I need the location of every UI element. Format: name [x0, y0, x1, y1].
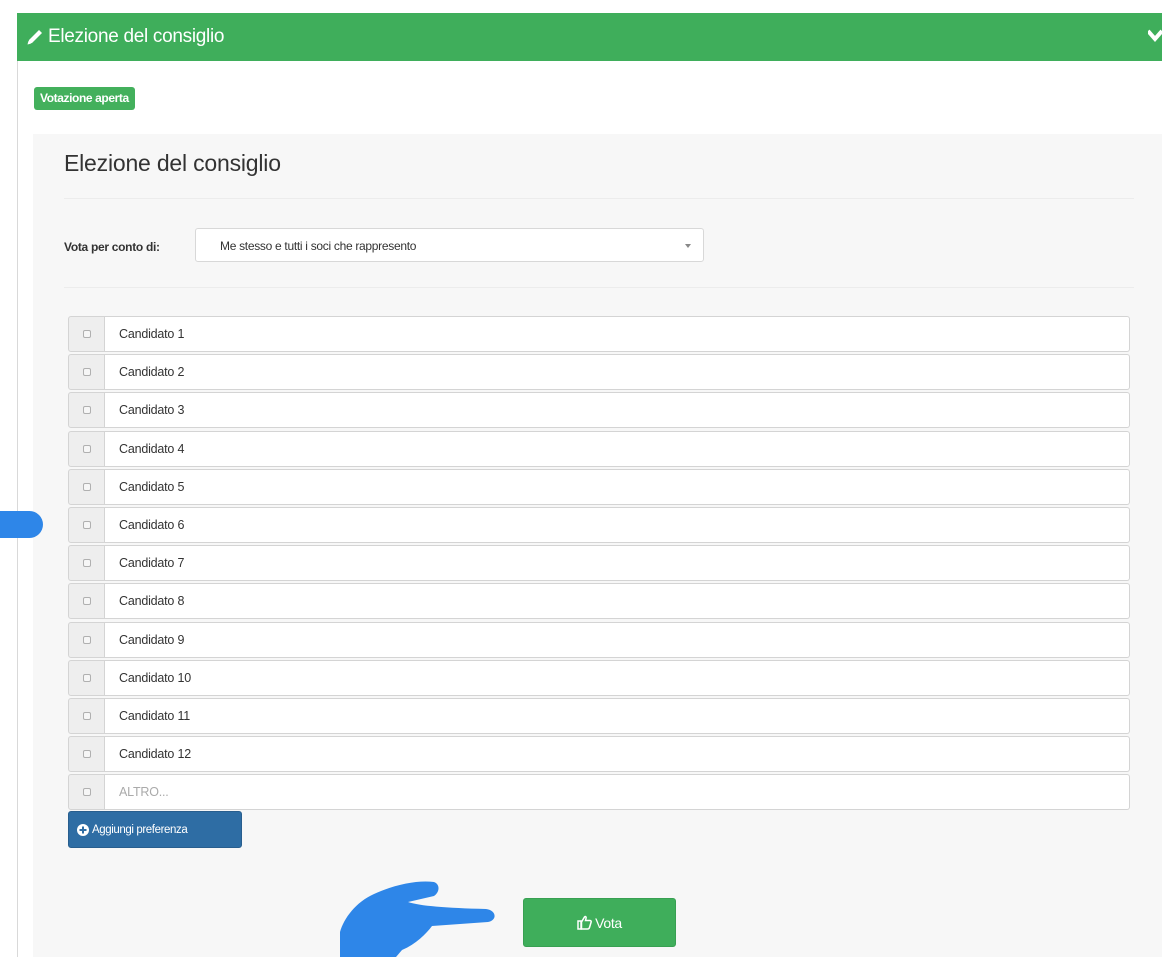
- checkbox-cell[interactable]: [68, 659, 105, 696]
- candidate-label: Candidato 6: [105, 506, 1130, 543]
- checkbox[interactable]: [83, 711, 91, 720]
- pencil-icon: [27, 30, 42, 45]
- candidate-label: Candidato 5: [105, 468, 1130, 505]
- checkbox-cell[interactable]: [68, 774, 105, 811]
- checkbox[interactable]: [83, 559, 91, 568]
- status-badge: Votazione aperta: [34, 87, 135, 110]
- candidate-row[interactable]: Candidato 6: [68, 506, 1130, 545]
- checkbox-cell[interactable]: [68, 354, 105, 391]
- add-preference-button[interactable]: Aggiungi preferenza: [68, 811, 242, 848]
- candidate-row[interactable]: Candidato 2: [68, 354, 1130, 392]
- candidate-row[interactable]: Candidato 10: [68, 659, 1130, 698]
- checkbox[interactable]: [83, 673, 91, 682]
- caret-down-icon: [685, 244, 691, 248]
- pointing-hand-icon: [340, 881, 495, 957]
- candidate-row[interactable]: Candidato 3: [68, 392, 1130, 430]
- candidate-row[interactable]: Candidato 11: [68, 697, 1130, 736]
- candidate-label: Candidato 3: [105, 392, 1130, 429]
- other-candidate-input[interactable]: ALTRO...: [105, 774, 1130, 811]
- panel-title: Elezione del consiglio: [64, 150, 281, 176]
- header-title: Elezione del consiglio: [48, 26, 225, 47]
- checkbox-cell[interactable]: [68, 468, 105, 505]
- vote-on-behalf-label: Vota per conto di:: [64, 240, 160, 254]
- checkbox-cell[interactable]: [68, 736, 105, 773]
- checkbox[interactable]: [83, 444, 91, 453]
- candidate-label: Candidato 10: [105, 659, 1130, 696]
- checkbox[interactable]: [83, 330, 91, 338]
- panel-left-border: [17, 60, 18, 957]
- plus-circle-icon: [77, 823, 89, 836]
- vote-on-behalf-value: Me stesso e tutti i soci che rappresento: [220, 239, 417, 253]
- checkbox-cell[interactable]: [68, 697, 105, 734]
- candidate-label: Candidato 9: [105, 621, 1130, 658]
- checkbox[interactable]: [83, 520, 91, 529]
- checkbox-cell[interactable]: [68, 545, 105, 582]
- candidate-row[interactable]: Candidato 8: [68, 583, 1130, 621]
- candidate-label: Candidato 12: [105, 736, 1130, 773]
- candidate-label: Candidato 8: [105, 583, 1130, 620]
- panel-header[interactable]: Elezione del consiglio: [17, 13, 1162, 61]
- candidate-label: Candidato 2: [105, 354, 1130, 391]
- checkbox[interactable]: [83, 368, 91, 377]
- candidate-row[interactable]: Candidato 12: [68, 736, 1130, 774]
- add-preference-label: Aggiungi preferenza: [92, 823, 188, 836]
- checkbox-cell[interactable]: [68, 583, 105, 620]
- divider: [64, 287, 1134, 288]
- annotation-marker: [0, 511, 43, 538]
- ballot-panel: Elezione del consiglio Vota per conto di…: [33, 134, 1162, 957]
- checkbox[interactable]: [83, 750, 91, 759]
- candidate-label: Candidato 4: [105, 430, 1130, 467]
- vote-label: Vota: [595, 914, 622, 931]
- checkbox[interactable]: [83, 635, 91, 644]
- other-candidate-row[interactable]: ALTRO...: [68, 774, 1130, 812]
- checkbox[interactable]: [83, 482, 91, 491]
- divider: [64, 198, 1134, 199]
- candidate-label: Candidato 11: [105, 697, 1130, 734]
- candidate-row[interactable]: Candidato 4: [68, 430, 1130, 469]
- checkbox[interactable]: [83, 788, 91, 797]
- checkbox-cell[interactable]: [68, 506, 105, 543]
- vote-button[interactable]: Vota: [523, 898, 676, 947]
- checkbox[interactable]: [83, 406, 91, 415]
- candidate-list: Candidato 1 Candidato 2 Candidato 3 Cand…: [68, 316, 1130, 812]
- checkbox-cell[interactable]: [68, 430, 105, 467]
- candidate-row[interactable]: Candidato 5: [68, 468, 1130, 507]
- vote-on-behalf-select[interactable]: Me stesso e tutti i soci che rappresento: [195, 228, 704, 262]
- candidate-row[interactable]: Candidato 1: [68, 316, 1130, 354]
- checkbox[interactable]: [83, 597, 91, 606]
- candidate-row[interactable]: Candidato 9: [68, 621, 1130, 660]
- candidate-row[interactable]: Candidato 7: [68, 545, 1130, 583]
- checkbox-cell[interactable]: [68, 392, 105, 429]
- candidate-label: Candidato 7: [105, 545, 1130, 582]
- checkbox-cell[interactable]: [68, 316, 105, 352]
- checkbox-cell[interactable]: [68, 621, 105, 658]
- candidate-label: Candidato 1: [105, 316, 1130, 352]
- thumbs-up-icon: [577, 915, 593, 930]
- chevron-down-icon[interactable]: [1148, 25, 1162, 47]
